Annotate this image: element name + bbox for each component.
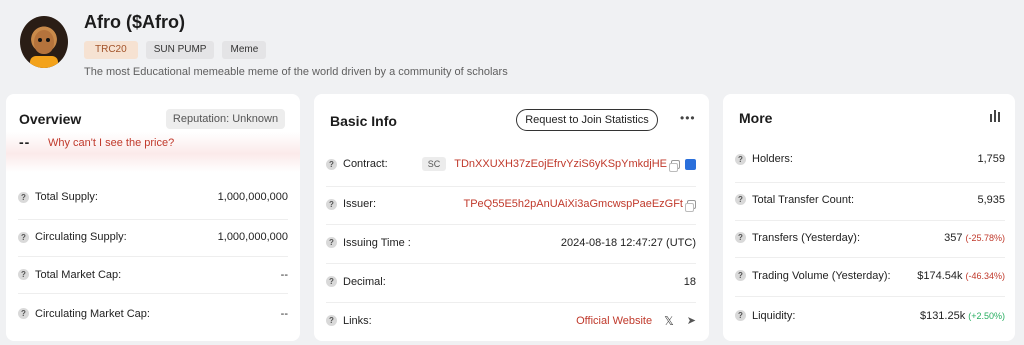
contract-address-link[interactable]: TDnXXUXH37zEojEfrvYziS6yKSpYmkdjHE bbox=[454, 158, 667, 170]
decimal-value: 18 bbox=[683, 275, 696, 288]
transfer-count-value[interactable]: 5,935 bbox=[977, 194, 1005, 206]
help-icon[interactable]: ? bbox=[18, 269, 29, 280]
help-icon[interactable]: ? bbox=[735, 194, 746, 205]
total-supply-label: Total Supply: bbox=[35, 191, 98, 203]
more-icon[interactable]: ••• bbox=[680, 111, 696, 125]
basic-info-title: Basic Info bbox=[330, 113, 397, 129]
transfers-yesterday-label: Transfers (Yesterday): bbox=[752, 231, 861, 244]
total-market-cap-row: ? Total Market Cap: -- bbox=[18, 256, 288, 292]
tag-meme[interactable]: Meme bbox=[222, 41, 267, 59]
transfers-yesterday-row: ? Transfers (Yesterday): 357 (-25.78%) bbox=[735, 220, 1005, 254]
token-avatar bbox=[20, 16, 68, 68]
help-icon[interactable]: ? bbox=[735, 232, 746, 243]
official-website-link[interactable]: Official Website bbox=[576, 315, 652, 327]
telegram-icon[interactable]: ➤ bbox=[687, 314, 696, 327]
more-card: More ? Holders: 1,759 ? Total Transfer C… bbox=[723, 94, 1015, 341]
join-statistics-button[interactable]: Request to Join Statistics bbox=[516, 109, 658, 131]
trading-volume-value: $174.54k bbox=[917, 269, 963, 282]
bar-chart-icon[interactable] bbox=[990, 110, 1000, 122]
transfer-count-label: Total Transfer Count: bbox=[752, 193, 855, 206]
help-icon[interactable]: ? bbox=[326, 198, 337, 210]
decimal-row: ? Decimal: 18 bbox=[326, 263, 696, 299]
issuing-time-value: 2024-08-18 12:47:27 (UTC) bbox=[560, 236, 696, 249]
holders-value[interactable]: 1,759 bbox=[977, 153, 1005, 165]
contract-row: ? Contract: SC TDnXXUXH37zEojEfrvYziS6yK… bbox=[326, 149, 696, 179]
token-header: Afro ($Afro) TRC20 SUN PUMP Meme The mos… bbox=[0, 0, 1024, 90]
issuer-address-link[interactable]: TPeQ55E5h2pAnUAiXi3aGmcwspPaeEzGFt bbox=[464, 198, 684, 210]
holders-row: ? Holders: 1,759 bbox=[735, 144, 1005, 174]
trading-volume-change: (-46.34%) bbox=[965, 270, 1005, 281]
liquidity-row: ? Liquidity: $131.25k (+2.50%) bbox=[735, 296, 1005, 334]
overview-card: Overview Reputation: Unknown -- Why can'… bbox=[6, 94, 300, 341]
issuing-time-row: ? Issuing Time : 2024-08-18 12:47:27 (UT… bbox=[326, 224, 696, 260]
reputation-badge[interactable]: Reputation: Unknown bbox=[166, 109, 285, 129]
total-supply-row: ? Total Supply: 1,000,000,000 bbox=[18, 182, 288, 212]
tag-trc20[interactable]: TRC20 bbox=[84, 41, 138, 59]
trading-volume-row: ? Trading Volume (Yesterday): $174.54k (-… bbox=[735, 257, 1005, 293]
trading-volume-value-group: $174.54k (-46.34%) bbox=[917, 270, 1005, 282]
help-icon[interactable]: ? bbox=[326, 276, 337, 287]
links-label: Links: bbox=[343, 314, 372, 327]
help-icon[interactable]: ? bbox=[18, 191, 29, 203]
help-icon[interactable]: ? bbox=[18, 308, 29, 319]
circulating-market-cap-row: ? Circulating Market Cap: -- bbox=[18, 293, 288, 333]
contract-value-group: SC TDnXXUXH37zEojEfrvYziS6yKSpYmkdjHE bbox=[421, 157, 696, 172]
transfers-yesterday-value: 357 bbox=[944, 231, 963, 244]
token-tags: TRC20 SUN PUMP Meme bbox=[84, 41, 267, 59]
circulating-supply-label: Circulating Supply: bbox=[35, 231, 127, 243]
liquidity-change: (+2.50%) bbox=[968, 310, 1005, 321]
sc-badge: SC bbox=[421, 157, 447, 171]
copy-icon[interactable] bbox=[685, 199, 696, 212]
price-help-link[interactable]: Why can't I see the price? bbox=[48, 137, 174, 149]
copy-icon[interactable] bbox=[669, 159, 680, 172]
circulating-market-cap-value: -- bbox=[280, 307, 288, 320]
help-icon[interactable]: ? bbox=[326, 237, 337, 248]
holders-label: Holders: bbox=[752, 153, 793, 165]
overview-title: Overview bbox=[19, 111, 82, 127]
help-icon[interactable]: ? bbox=[326, 315, 337, 326]
liquidity-value-group: $131.25k (+2.50%) bbox=[920, 310, 1005, 322]
more-title: More bbox=[739, 110, 773, 126]
liquidity-label: Liquidity: bbox=[752, 309, 796, 322]
total-market-cap-label: Total Market Cap: bbox=[35, 268, 122, 281]
contract-label: Contract: bbox=[343, 158, 388, 170]
circulating-market-cap-label: Circulating Market Cap: bbox=[35, 307, 150, 320]
tag-sun-pump[interactable]: SUN PUMP bbox=[145, 41, 215, 59]
x-twitter-icon[interactable]: 𝕏 bbox=[664, 314, 674, 328]
basic-info-card: Basic Info Request to Join Statistics ••… bbox=[314, 94, 709, 341]
transfer-count-row: ? Total Transfer Count: 5,935 bbox=[735, 182, 1005, 216]
circulating-supply-row: ? Circulating Supply: 1,000,000,000 bbox=[18, 219, 288, 254]
help-icon[interactable]: ? bbox=[735, 310, 746, 321]
help-icon[interactable]: ? bbox=[326, 158, 337, 170]
issuing-time-label: Issuing Time : bbox=[343, 236, 411, 249]
price-value: -- bbox=[19, 134, 31, 150]
token-description: The most Educational memeable meme of th… bbox=[84, 66, 508, 78]
liquidity-value: $131.25k bbox=[919, 309, 966, 322]
issuer-row: ? Issuer: TPeQ55E5h2pAnUAiXi3aGmcwspPaeE… bbox=[326, 186, 696, 221]
help-icon[interactable]: ? bbox=[735, 153, 746, 165]
issuer-label: Issuer: bbox=[343, 198, 377, 210]
transfers-change: (-25.78%) bbox=[965, 232, 1005, 243]
help-icon[interactable]: ? bbox=[18, 231, 29, 243]
total-supply-value: 1,000,000,000 bbox=[217, 191, 288, 203]
verified-contract-icon[interactable] bbox=[685, 158, 696, 170]
help-icon[interactable]: ? bbox=[735, 270, 746, 281]
trading-volume-label: Trading Volume (Yesterday): bbox=[752, 269, 891, 282]
circulating-supply-value: 1,000,000,000 bbox=[217, 231, 288, 243]
issuer-value-group: TPeQ55E5h2pAnUAiXi3aGmcwspPaeEzGFt bbox=[464, 198, 696, 212]
links-row: ? Links: Official Website 𝕏 ➤ bbox=[326, 302, 696, 338]
total-market-cap-value: -- bbox=[280, 268, 288, 281]
transfers-yesterday-value-group: 357 (-25.78%) bbox=[944, 232, 1005, 244]
token-title: Afro ($Afro) bbox=[84, 12, 185, 32]
links-value-group: Official Website 𝕏 ➤ bbox=[576, 314, 696, 328]
decimal-label: Decimal: bbox=[343, 275, 386, 288]
